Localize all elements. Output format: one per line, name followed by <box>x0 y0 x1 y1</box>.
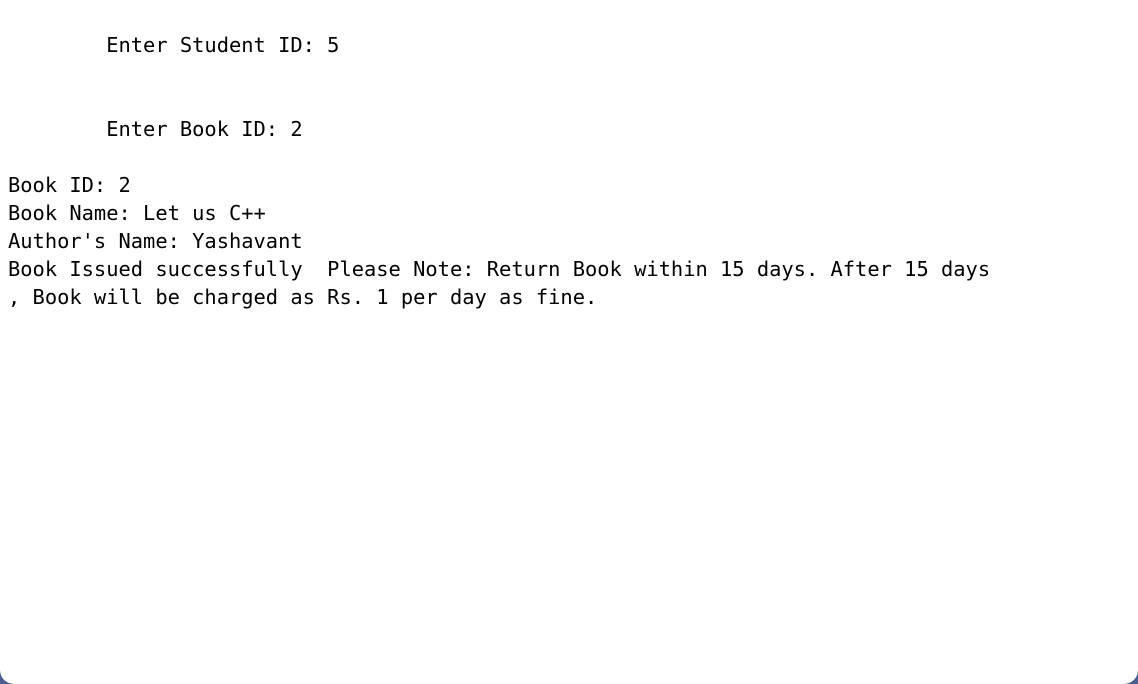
output-issue-message: Book Issued successfully Please Note: Re… <box>8 257 991 281</box>
prompt-book-id: Enter Book ID: 2 <box>8 117 303 141</box>
terminal-window: Enter Student ID: 5 Enter Book ID: 2 Boo… <box>0 0 1138 684</box>
console-output[interactable]: Enter Student ID: 5 Enter Book ID: 2 Boo… <box>0 0 1138 309</box>
output-author-name: Author's Name: Yashavant <box>8 229 303 253</box>
output-book-name: Book Name: Let us C++ <box>8 201 266 225</box>
output-fine-notice: , Book will be charged as Rs. 1 per day … <box>8 285 598 309</box>
prompt-student-id: Enter Student ID: 5 <box>8 33 340 57</box>
output-book-id: Book ID: 2 <box>8 173 131 197</box>
